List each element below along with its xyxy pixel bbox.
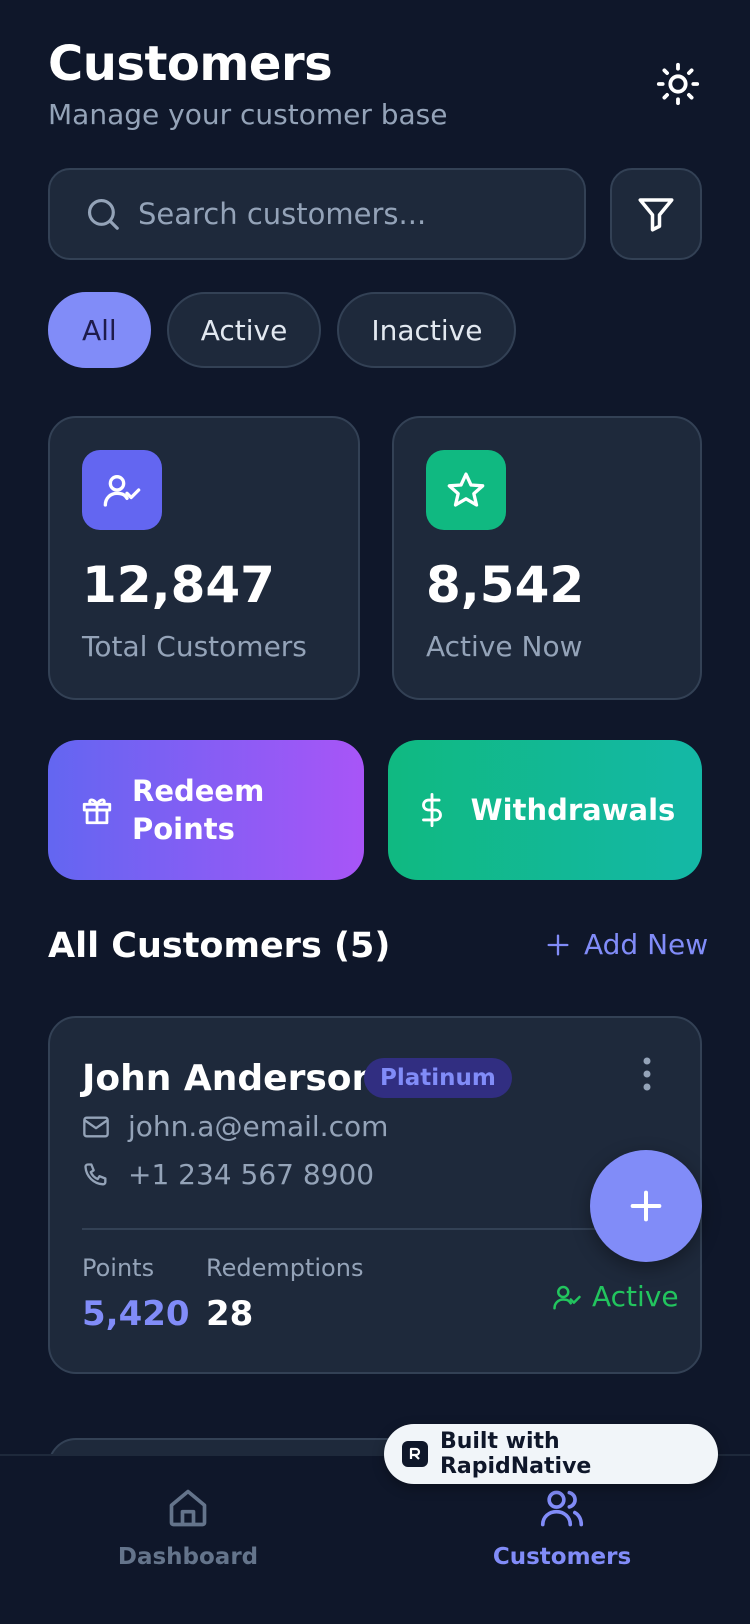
card-divider [82, 1228, 672, 1230]
plus-icon [547, 934, 569, 955]
filter-button[interactable] [610, 168, 702, 260]
theme-toggle-button[interactable] [650, 56, 706, 112]
more-vertical-icon [643, 1057, 651, 1091]
sun-icon [656, 62, 700, 106]
status-badge: Active [552, 1280, 679, 1313]
search-icon [87, 198, 119, 230]
stat-icon-box [426, 450, 506, 530]
customer-email: john.a@email.com [128, 1110, 389, 1143]
phone-icon [84, 1162, 107, 1185]
status-text: Active [592, 1280, 679, 1313]
user-check-icon [553, 1285, 581, 1309]
user-check-icon [103, 475, 141, 507]
mail-icon [83, 1116, 109, 1137]
customers-screen: Customers Manage your customer base All … [0, 0, 750, 1624]
nav-label-customers: Customers [492, 1544, 632, 1570]
search-input[interactable] [138, 197, 558, 231]
badge-text: Built with RapidNative [439, 1429, 592, 1479]
redemptions-label: Redemptions [206, 1254, 364, 1282]
rapidnative-logo-icon [402, 1441, 428, 1467]
dollar-icon [421, 793, 442, 827]
customer-name: John Anderson [82, 1058, 378, 1099]
chip-inactive[interactable]: Inactive [337, 292, 517, 368]
stat-label: Total Customers [82, 630, 307, 663]
chip-all[interactable]: All [48, 292, 151, 368]
stat-card-active-now: 8,542 Active Now [392, 416, 702, 700]
add-customer-fab[interactable] [590, 1150, 702, 1262]
section-title: All Customers (5) [48, 926, 391, 966]
page-subtitle: Manage your customer base [48, 98, 448, 131]
star-icon [447, 472, 485, 507]
redeem-points-label: Redeem Points [132, 774, 265, 846]
stat-label: Active Now [426, 630, 583, 663]
gift-icon [82, 798, 112, 825]
add-new-label: Add New [584, 928, 709, 961]
more-options-button[interactable] [632, 1054, 662, 1094]
tier-badge: Platinum [364, 1058, 512, 1098]
withdrawals-button[interactable]: Withdrawals [388, 740, 702, 880]
points-value: 5,420 [82, 1294, 190, 1334]
customer-email-row: john.a@email.com [82, 1110, 388, 1143]
nav-label-dashboard: Dashboard [117, 1544, 259, 1570]
chip-active[interactable]: Active [166, 292, 322, 368]
status-filter-chips: All Active Inactive [48, 292, 517, 368]
stat-value: 8,542 [426, 556, 585, 614]
nav-item-customers[interactable]: Customers [462, 1486, 662, 1570]
customer-phone-row: +1 234 567 8900 [82, 1158, 374, 1191]
stat-icon-box [82, 450, 162, 530]
filter-icon [638, 198, 674, 232]
nav-item-dashboard[interactable]: Dashboard [88, 1486, 288, 1570]
points-label: Points [82, 1254, 155, 1282]
stat-card-total-customers: 12,847 Total Customers [48, 416, 360, 700]
built-with-badge[interactable]: Built with RapidNative [384, 1424, 718, 1484]
withdrawals-label: Withdrawals [470, 793, 676, 827]
customer-phone: +1 234 567 8900 [128, 1158, 375, 1191]
redeem-points-button[interactable]: Redeem Points [48, 740, 364, 880]
home-icon [169, 1489, 207, 1527]
users-icon [540, 1490, 584, 1527]
stat-value: 12,847 [82, 556, 275, 614]
add-new-button[interactable]: Add New [544, 928, 708, 961]
redemptions-value: 28 [206, 1294, 254, 1334]
search-bar [48, 168, 586, 260]
page-title: Customers [48, 36, 333, 92]
plus-icon [630, 1190, 662, 1222]
